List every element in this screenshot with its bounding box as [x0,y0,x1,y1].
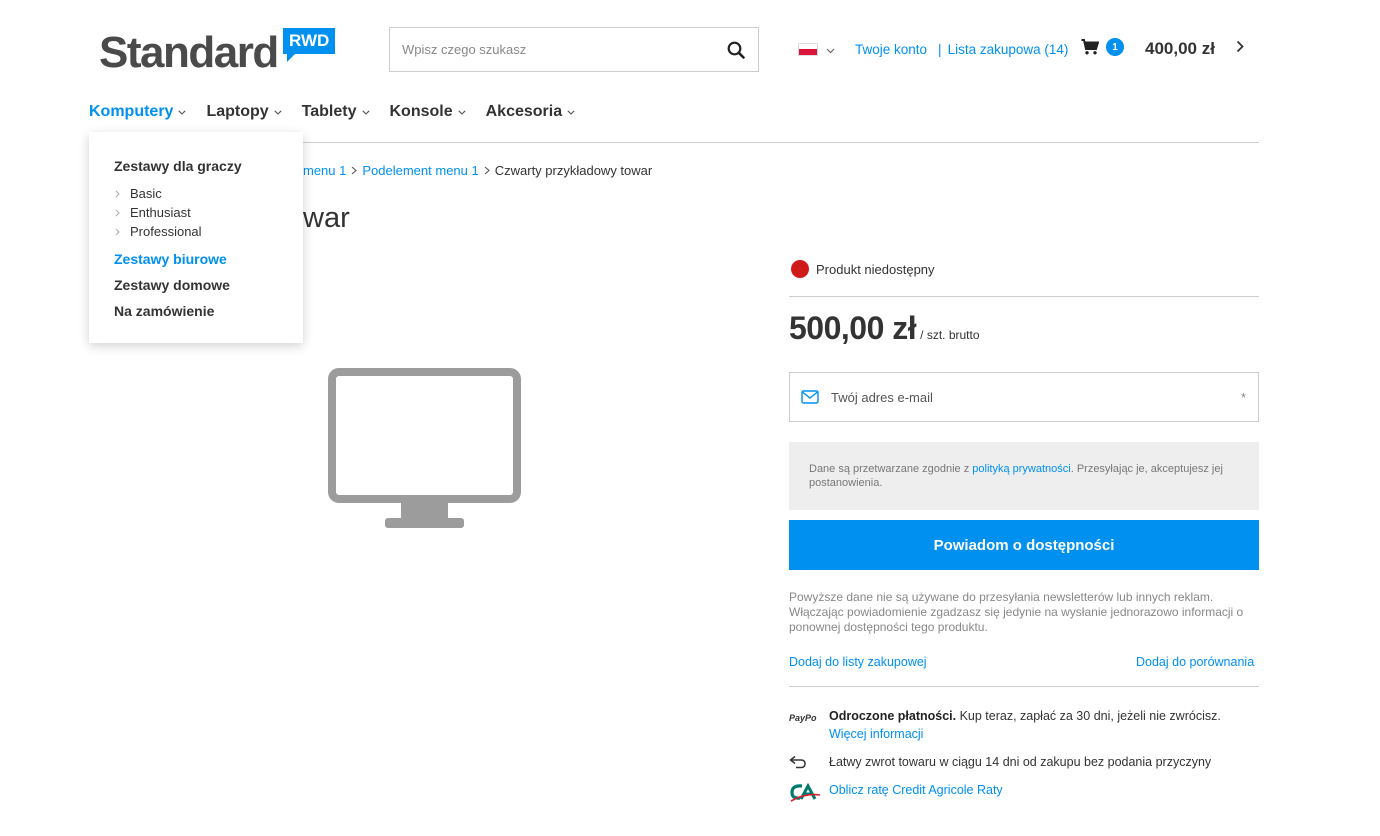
divider [789,296,1259,297]
price-value: 500,00 zł [789,310,917,346]
account-link[interactable]: Twoje konto [855,42,927,57]
product-price: 500,00 zł / szt. brutto [789,310,980,347]
dropdown-sub-item-label: Basic [130,186,162,201]
product-title: war [303,202,350,234]
nav-dropdown-menu: Zestawy dla graczy Basic Enthusiast Prof… [89,132,303,343]
logo-text: Standard [99,28,279,77]
nav-item-konsole[interactable]: Konsole [390,103,466,121]
nav-item-laptopy[interactable]: Laptopy [206,103,282,121]
cart-total[interactable]: 400,00 zł [1145,39,1215,59]
site-logo[interactable]: Standard RWD [99,28,336,78]
credit-agricole-logo-icon [789,783,829,803]
breadcrumb-link[interactable]: Podelement menu 1 [362,163,478,178]
monitor-icon [328,368,521,528]
header-links: Twoje konto | Lista zakupowa (14) [798,36,1068,62]
availability-status: Produkt niedostępny [791,260,935,278]
chevron-right-icon [115,208,120,217]
cart-button[interactable]: 1 [1081,38,1124,56]
easy-return-info: Łatwy zwrot towaru w ciągu 14 dni od zak… [789,755,1211,769]
chevron-down-icon [361,109,370,115]
nav-item-label: Komputery [89,103,174,120]
logo-badge: RWD [283,28,336,62]
chevron-down-icon [178,109,187,115]
dropdown-category-zamowienie[interactable]: Na zamówienie [114,303,303,319]
add-to-compare-link[interactable]: Dodaj do porównania [1136,655,1254,669]
dropdown-sub-item[interactable]: Professional [115,222,303,241]
chevron-down-icon [274,109,282,115]
chevron-down-icon [458,109,466,115]
required-mark: * [1240,389,1246,405]
notification-disclaimer: Powyższe dane nie są używane do przesyła… [789,590,1244,634]
availability-text: Produkt niedostępny [816,261,935,277]
breadcrumb-current: Czwarty przykładowy towar [494,163,653,178]
main-nav: Komputery Laptopy Tablety Konsole Akceso… [89,103,595,121]
nav-item-akcesoria[interactable]: Akcesoria [486,103,576,121]
nav-item-label: Tablety [301,103,357,120]
chevron-down-icon[interactable] [826,42,835,57]
privacy-text-before: Dane są przetwarzane zgodnie z [809,463,973,475]
deferred-payment-text: Kup teraz, zapłać za 30 dni, jeżeli nie … [956,709,1221,723]
chevron-right-icon [115,227,120,236]
breadcrumb-link[interactable]: menu 1 [303,163,346,178]
dropdown-group-title[interactable]: Zestawy dla graczy [114,158,303,174]
credit-calc-info: Oblicz ratę Credit Agricole Raty [789,783,1003,803]
dropdown-sub-item[interactable]: Basic [115,184,303,203]
privacy-notice: Dane są przetwarzane zgodnie z polityką … [789,442,1259,510]
dropdown-sub-item-label: Professional [130,224,202,239]
unavailable-dot-icon [791,260,809,278]
credit-calculator-link[interactable]: Oblicz ratę Credit Agricole Raty [829,783,1003,797]
email-field-wrapper: * [789,372,1259,422]
nav-item-komputery[interactable]: Komputery [89,103,187,121]
nav-item-label: Konsole [389,103,453,120]
more-info-link[interactable]: Więcej informacji [829,727,923,741]
poland-flag-icon[interactable] [798,42,818,56]
chevron-right-icon [115,189,120,198]
chevron-right-icon[interactable] [1236,40,1244,58]
nav-item-label: Laptopy [206,103,269,120]
dropdown-category-biurowe[interactable]: Zestawy biurowe [114,251,303,267]
privacy-policy-link[interactable]: polityką prywatności [972,463,1070,475]
dropdown-sub-item-label: Enthusiast [130,205,191,220]
deferred-payment-title: Odroczone płatności. [829,709,957,723]
chevron-down-icon [567,109,575,115]
nav-item-label: Akcesoria [485,103,563,120]
envelope-icon [801,390,819,404]
email-field[interactable] [831,389,1241,405]
return-text: Łatwy zwrot towaru w ciągu 14 dni od zak… [829,755,1212,769]
search-input[interactable] [390,28,714,71]
add-to-wishlist-link[interactable]: Dodaj do listy zakupowej [789,655,927,669]
nav-item-tablety[interactable]: Tablety [302,103,370,121]
return-arrow-icon [789,755,829,769]
chevron-right-icon [484,166,490,175]
divider [789,686,1259,687]
price-unit: / szt. brutto [920,328,980,342]
deferred-payment-info: PayPo Odroczone płatności. Kup teraz, za… [789,709,1221,745]
search-bar [389,27,759,72]
search-icon [727,41,745,59]
header-separator: | [938,41,942,57]
chevron-right-icon [352,166,358,175]
dropdown-category-domowe[interactable]: Zestawy domowe [114,277,303,293]
cart-icon [1081,39,1099,55]
dropdown-sub-item[interactable]: Enthusiast [115,203,303,222]
wishlist-link[interactable]: Lista zakupowa (14) [948,42,1069,57]
breadcrumb: menu 1 Podelement menu 1 Czwarty przykła… [303,163,652,178]
search-button[interactable] [714,28,758,71]
notify-availability-button[interactable]: Powiadom o dostępności [789,520,1259,570]
paypo-logo-icon: PayPo [789,713,817,723]
cart-count-badge: 1 [1106,38,1124,56]
